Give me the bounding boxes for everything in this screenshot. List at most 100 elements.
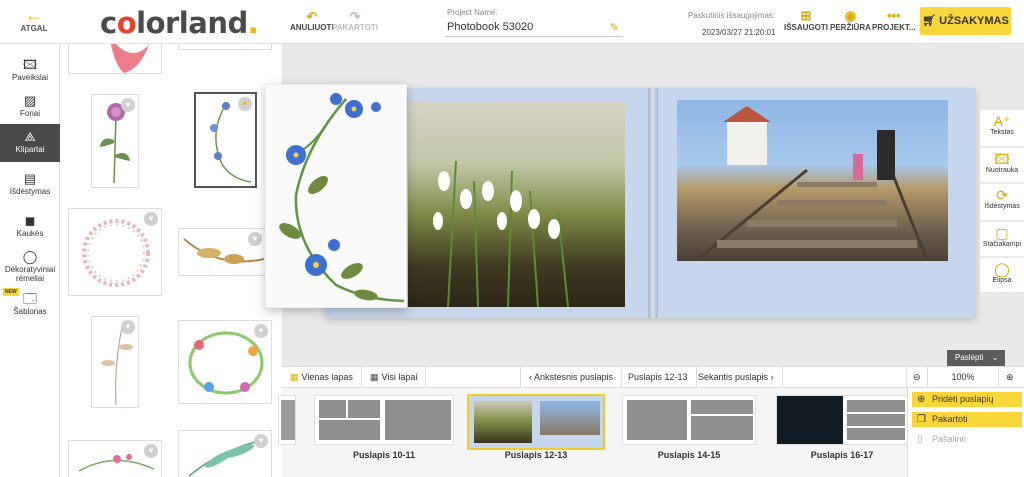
favorite-heart-icon[interactable]: ♥	[254, 434, 268, 448]
clipart-panel: ♥ ♥ ♥ ♥ ♥ ♥ ♥ ♥	[60, 44, 282, 477]
eye-icon: ◉	[844, 8, 857, 23]
clipart-thumb[interactable]	[178, 44, 272, 50]
back-button[interactable]: ← ATGAL	[14, 6, 54, 33]
clipart-thumb[interactable]: ♥	[68, 208, 162, 296]
single-page-view-button[interactable]: ▦ Vienas lapas	[282, 367, 362, 388]
rail-item-frames[interactable]: ◯ Dekoratyviniai rėmeliai	[0, 246, 60, 288]
undo-button[interactable]: ↶ ANULIUOTI	[290, 10, 334, 32]
stairs-photo[interactable]	[677, 100, 948, 261]
next-page-button[interactable]: Sekantis puslapis ›	[690, 367, 783, 388]
clipart-thumb[interactable]: ♥	[91, 316, 139, 408]
image-icon: 🖾	[22, 57, 38, 72]
spread-thumb[interactable]	[622, 395, 756, 445]
zoom-out-icon: ⊖	[913, 372, 921, 382]
hide-pages-button[interactable]: Paslėpti ⌄	[947, 350, 1005, 366]
more-dots-icon: •••	[886, 8, 901, 23]
snowdrop-photo[interactable]	[408, 101, 625, 307]
cart-icon: 🛒︎	[922, 15, 937, 27]
colorland-logo[interactable]: colorland.	[100, 6, 259, 40]
layout-tool[interactable]: ⟳ Išdėstymas	[980, 184, 1024, 220]
spread-thumb-active[interactable]	[467, 394, 605, 450]
rectangle-tool[interactable]: ▢ Stačiakampi	[980, 222, 1024, 256]
spread-thumb[interactable]	[776, 395, 908, 445]
pattern-icon: ▨	[23, 93, 37, 108]
clipart-thumb[interactable]: ♥	[178, 430, 272, 477]
add-pages-item[interactable]: ⊕ Pridėti puslapių	[912, 392, 1022, 407]
order-button[interactable]: 🛒︎ UŽSAKYMAS	[920, 7, 1011, 35]
rail-item-images[interactable]: 🖾 Paveikslai	[0, 52, 60, 88]
clipart-thumb[interactable]: ♥	[91, 94, 139, 188]
clipart-thumb[interactable]: ♥	[178, 228, 266, 276]
remove-page-icon: ▯	[917, 434, 923, 445]
spread-label: Puslapis 12-13	[504, 450, 568, 460]
last-saved-label: Paskutinis išsaugojimas:	[688, 11, 776, 20]
chevron-down-icon: ⌄	[991, 353, 999, 362]
rail-item-masks[interactable]: ◼ Kaukės	[0, 210, 60, 246]
favorite-heart-icon[interactable]: ♥	[121, 98, 135, 112]
redo-button[interactable]: ↷ PAKARTOTI	[332, 10, 378, 32]
add-photo-tool[interactable]: 🖾 Nuotrauka	[980, 148, 1024, 182]
rail-item-cliparts[interactable]: ⟁ Klipartai	[0, 124, 60, 162]
project-name-label: Project Name:	[447, 8, 498, 17]
copy-icon: ❐	[917, 414, 926, 425]
photo-add-icon: 🖾	[994, 151, 1010, 167]
spread-thumb[interactable]	[278, 395, 296, 445]
single-page-icon: ▦	[290, 372, 299, 382]
book-spine	[648, 88, 658, 318]
rail-item-backgrounds[interactable]: ▨ Fonai	[0, 90, 60, 126]
clipart-thumb[interactable]: ♥	[68, 440, 162, 477]
forget-me-not-preview	[279, 93, 405, 303]
clipart-preview-popup	[265, 84, 407, 308]
rail-item-template[interactable]: 🗔 Šablonas	[0, 290, 60, 324]
ellipse-icon: ◯	[994, 261, 1010, 277]
spread-label: Puslapis 14-15	[657, 450, 721, 460]
back-label: ATGAL	[20, 24, 48, 33]
clipart-thumb-selected[interactable]: ♥	[194, 92, 257, 188]
chevron-left-icon: ‹	[529, 372, 532, 382]
clipart-thumb[interactable]: ♥	[178, 320, 272, 404]
stairs-image	[696, 106, 929, 261]
snowdrop-thumbnail	[474, 401, 532, 443]
spread-thumb[interactable]	[314, 395, 454, 445]
favorite-heart-icon[interactable]: ♥	[144, 212, 158, 226]
clipart-thumb[interactable]	[68, 44, 162, 74]
preview-button[interactable]: ◉ PERŽIŪRA	[830, 8, 871, 33]
spread-label: Puslapis 16-17	[810, 450, 874, 460]
grid-icon: ▦	[370, 372, 379, 382]
all-pages-view-button[interactable]: ▦ Visi lapai	[362, 367, 427, 388]
previous-page-button[interactable]: ‹ Ankstesnis puslapis	[520, 367, 623, 388]
text-add-icon: A⁺	[993, 113, 1011, 129]
rectangle-icon: ▢	[995, 225, 1009, 241]
ellipse-tool[interactable]: ◯ Elipsa	[980, 258, 1024, 292]
save-button[interactable]: ⊞ IŠSAUGOTI	[784, 8, 828, 33]
chevron-right-icon: ›	[770, 372, 774, 382]
mask-icon: ◼	[24, 213, 36, 228]
frame-icon: ◯	[22, 249, 38, 264]
save-plus-icon: ⊞	[800, 8, 812, 23]
current-page-label: Puslapis 12-13	[620, 367, 697, 388]
template-icon: 🗔	[22, 291, 38, 306]
favorite-heart-icon[interactable]: ♥	[254, 324, 268, 338]
zoom-level: 100%	[927, 367, 999, 388]
rail-item-layout[interactable]: ▤ Išdėstymas	[0, 168, 60, 204]
favorite-heart-icon[interactable]: ♥	[121, 320, 135, 334]
pencil-icon: ✎	[609, 22, 619, 34]
project-menu-button[interactable]: ••• PROJEKT...	[872, 8, 916, 33]
pages-strip: Puslapis 10-11 Puslapis 12-13 Puslapis 1…	[278, 388, 908, 477]
stairs-thumbnail	[540, 401, 600, 435]
undo-icon: ↶	[306, 9, 318, 24]
zoom-out-button[interactable]: ⊖	[906, 367, 928, 388]
favorite-heart-icon[interactable]: ♥	[144, 444, 158, 458]
page-navigation-bar: ▦ Vienas lapas ▦ Visi lapai ‹ Ankstesnis p…	[282, 366, 1024, 388]
favorite-heart-icon[interactable]: ♥	[248, 232, 262, 246]
remove-item[interactable]: ▯ Pašalinti	[912, 432, 1022, 447]
project-name-input[interactable]: Photobook 53020 ✎	[445, 19, 623, 37]
add-text-tool[interactable]: A⁺ Tekstas	[980, 110, 1024, 146]
page-context-menu: ⊕ Pridėti puslapių ❐ Pakartoti ▯ Pašalin…	[907, 388, 1024, 477]
favorite-heart-icon[interactable]: ♥	[238, 97, 252, 111]
tool-rail: 🖾 Paveikslai ▨ Fonai ⟁ Klipartai ▤ Išdės…	[0, 44, 60, 477]
add-page-icon: ⊕	[917, 394, 926, 405]
zoom-in-button[interactable]: ⊕	[1000, 367, 1020, 388]
last-saved-time: 2023/03/27 21:20:01	[702, 28, 776, 37]
duplicate-item[interactable]: ❐ Pakartoti	[912, 412, 1022, 427]
